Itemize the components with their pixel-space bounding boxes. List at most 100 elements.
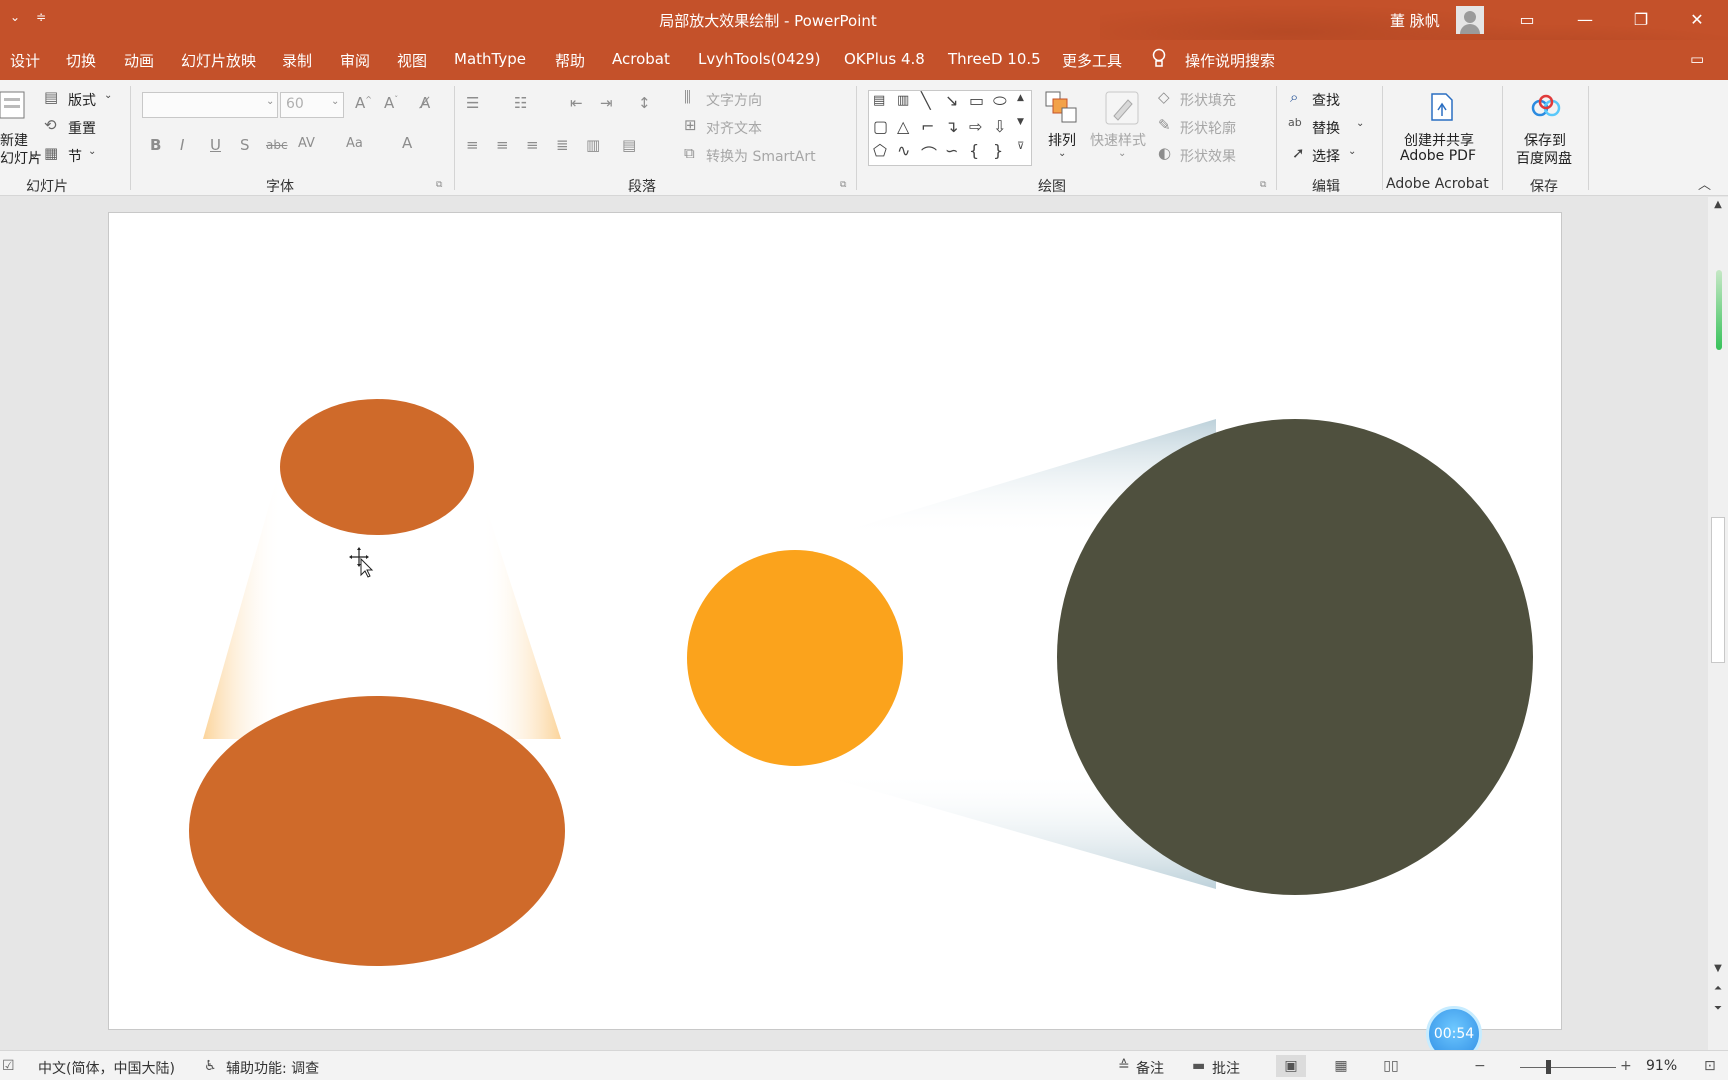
new-slide-dropdown-icon[interactable]: ⌄ [30, 150, 38, 161]
new-slide-icon[interactable] [0, 90, 26, 120]
font-name-dropdown-icon[interactable]: ⌄ [266, 96, 274, 107]
create-pdf-label-2[interactable]: Adobe PDF [1400, 148, 1476, 164]
distributed-icon[interactable]: ▥ [586, 136, 600, 154]
align-right-icon[interactable]: ≡ [526, 136, 539, 154]
down-arrow-shape-icon[interactable]: ⇩ [993, 117, 1006, 136]
paragraph-dialog-launcher-icon[interactable]: ⧉ [840, 180, 846, 190]
text-direction-button[interactable]: 文字方向 [706, 90, 762, 110]
section-button[interactable]: 节 [68, 146, 82, 166]
small-circle[interactable] [687, 550, 903, 766]
baidu-netdisk-icon[interactable] [1530, 94, 1562, 120]
minimize-button[interactable]: — [1562, 6, 1608, 34]
arrange-dropdown-icon[interactable]: ⌄ [1058, 148, 1066, 159]
find-button[interactable]: 查找 [1312, 90, 1340, 110]
normal-view-icon[interactable]: ▣ [1276, 1055, 1306, 1077]
zoom-slider[interactable] [1520, 1067, 1616, 1068]
layout-dropdown-icon[interactable]: ⌄ [104, 90, 112, 101]
cone-top-ellipse[interactable] [280, 399, 474, 535]
quick-styles-dropdown-icon[interactable]: ⌄ [1118, 148, 1126, 159]
freeform-shape-icon[interactable]: ⬠ [873, 141, 887, 160]
underline-icon[interactable]: U [210, 136, 221, 154]
zoom-out-icon[interactable]: − [1474, 1058, 1486, 1074]
italic-icon[interactable]: I [180, 136, 184, 154]
text-shadow-icon[interactable]: S [240, 136, 250, 154]
zoom-in-icon[interactable]: + [1620, 1058, 1632, 1074]
select-button[interactable]: 选择 [1312, 146, 1340, 166]
layout-button[interactable]: 版式 [68, 90, 96, 110]
align-text-button[interactable]: 对齐文本 [706, 118, 762, 138]
shape-fill-button[interactable]: 形状填充 [1180, 90, 1236, 110]
tab-design[interactable]: 设计 [10, 50, 40, 71]
create-pdf-label-1[interactable]: 创建并共享 [1404, 130, 1474, 150]
arrow-line-shape-icon[interactable]: ↘ [945, 91, 958, 110]
scroll-down-icon[interactable]: ▼ [1712, 963, 1724, 974]
change-case-icon[interactable]: Aa [346, 136, 363, 151]
close-button[interactable]: ✕ [1674, 6, 1720, 34]
reading-view-icon[interactable]: ▯▯ [1376, 1055, 1406, 1077]
tab-acrobat[interactable]: Acrobat [612, 50, 670, 68]
strikethrough-icon[interactable]: abc [266, 138, 288, 152]
slide-canvas[interactable] [108, 212, 1562, 1030]
line-shape-icon[interactable]: ╲ [921, 91, 931, 110]
shape-outline-button[interactable]: 形状轮廓 [1180, 118, 1236, 138]
font-name-combo[interactable] [142, 92, 278, 118]
section-dropdown-icon[interactable]: ⌄ [88, 146, 96, 157]
bold-icon[interactable]: B [150, 136, 161, 154]
decrease-indent-icon[interactable]: ⇤ [570, 94, 583, 112]
collapse-ribbon-icon[interactable]: ︿ [1698, 174, 1711, 193]
arrange-icon[interactable] [1044, 90, 1080, 124]
tab-okplus[interactable]: OKPlus 4.8 [844, 50, 925, 68]
slide-sorter-icon[interactable]: ▦ [1326, 1055, 1356, 1077]
accessibility-status[interactable]: 辅助功能: 调查 [226, 1058, 319, 1078]
restore-button[interactable]: ❐ [1618, 6, 1664, 34]
shape-effects-button[interactable]: 形状效果 [1180, 146, 1236, 166]
comments-button[interactable]: 批注 [1212, 1058, 1240, 1078]
increase-font-icon[interactable]: A^ [355, 94, 372, 112]
scribble-shape-icon[interactable]: ∿ [897, 141, 910, 160]
replace-button[interactable]: 替换 [1312, 118, 1340, 138]
rectangle-shape-icon[interactable]: ▭ [969, 91, 984, 110]
scroll-up-icon[interactable]: ▲ [1712, 199, 1724, 210]
textbox-shape-icon[interactable]: ▤ [873, 93, 885, 108]
save-to-netdisk-label-2[interactable]: 百度网盘 [1516, 148, 1572, 168]
user-name[interactable]: 董 脉帆 [1390, 10, 1440, 31]
cone-bottom-ellipse[interactable] [189, 696, 565, 966]
fit-slide-icon[interactable]: ⊡ [1704, 1058, 1716, 1074]
tell-me-search[interactable]: 操作说明搜索 [1185, 50, 1275, 71]
ribbon-display-options-icon[interactable]: ▭ [1504, 6, 1550, 34]
tab-threed[interactable]: ThreeD 10.5 [948, 50, 1041, 68]
right-brace-shape-icon[interactable]: } [993, 141, 1003, 160]
rounded-rect-shape-icon[interactable]: ▢ [873, 117, 888, 136]
comments-pane-icon[interactable]: ▭ [1690, 50, 1704, 68]
tab-slideshow[interactable]: 幻灯片放映 [181, 50, 256, 71]
notes-button[interactable]: 备注 [1136, 1058, 1164, 1078]
arrange-button[interactable]: 排列 [1048, 130, 1076, 150]
scroll-thumb[interactable] [1711, 517, 1725, 663]
spell-check-icon[interactable]: ☑ [2, 1058, 15, 1074]
quick-styles-button[interactable]: 快速样式 [1090, 130, 1146, 150]
large-circle[interactable] [1057, 419, 1533, 895]
convert-smartart-button[interactable]: 转换为 SmartArt [706, 146, 816, 166]
quick-styles-icon[interactable] [1104, 90, 1140, 126]
arc-shape-icon[interactable]: ⌒ [921, 141, 937, 165]
char-spacing-icon[interactable]: AV [298, 136, 315, 151]
previous-slide-icon[interactable]: ⏶ [1712, 983, 1724, 994]
justify-icon[interactable]: ≣ [556, 136, 569, 154]
tab-help[interactable]: 帮助 [555, 50, 585, 71]
gallery-more-icon[interactable]: ⊽ [1017, 141, 1024, 152]
tab-animations[interactable]: 动画 [124, 50, 154, 71]
clear-formatting-icon[interactable]: A̸ [420, 94, 430, 112]
columns-icon[interactable]: ▤ [622, 136, 636, 154]
language-status[interactable]: 中文(简体，中国大陆) [38, 1058, 175, 1078]
new-slide-label-1[interactable]: 新建 [0, 130, 28, 150]
font-size-dropdown-icon[interactable]: ⌄ [331, 96, 339, 107]
tab-record[interactable]: 录制 [282, 50, 312, 71]
curve-shape-icon[interactable]: ∽ [945, 141, 958, 160]
bullets-icon[interactable]: ☰ [466, 94, 479, 112]
align-center-icon[interactable]: ≡ [496, 136, 509, 154]
align-left-icon[interactable]: ≡ [466, 136, 479, 154]
shapes-gallery[interactable]: ▤ ▥ ╲ ↘ ▭ ⬭ ▢ △ ⌐ ↴ ⇨ ⇩ ⬠ ∿ ⌒ ∽ { } ▲ ▼ … [868, 90, 1032, 166]
drawing-dialog-launcher-icon[interactable]: ⧉ [1260, 180, 1266, 190]
tab-more-tools[interactable]: 更多工具 [1062, 50, 1122, 71]
gallery-up-icon[interactable]: ▲ [1017, 93, 1024, 103]
